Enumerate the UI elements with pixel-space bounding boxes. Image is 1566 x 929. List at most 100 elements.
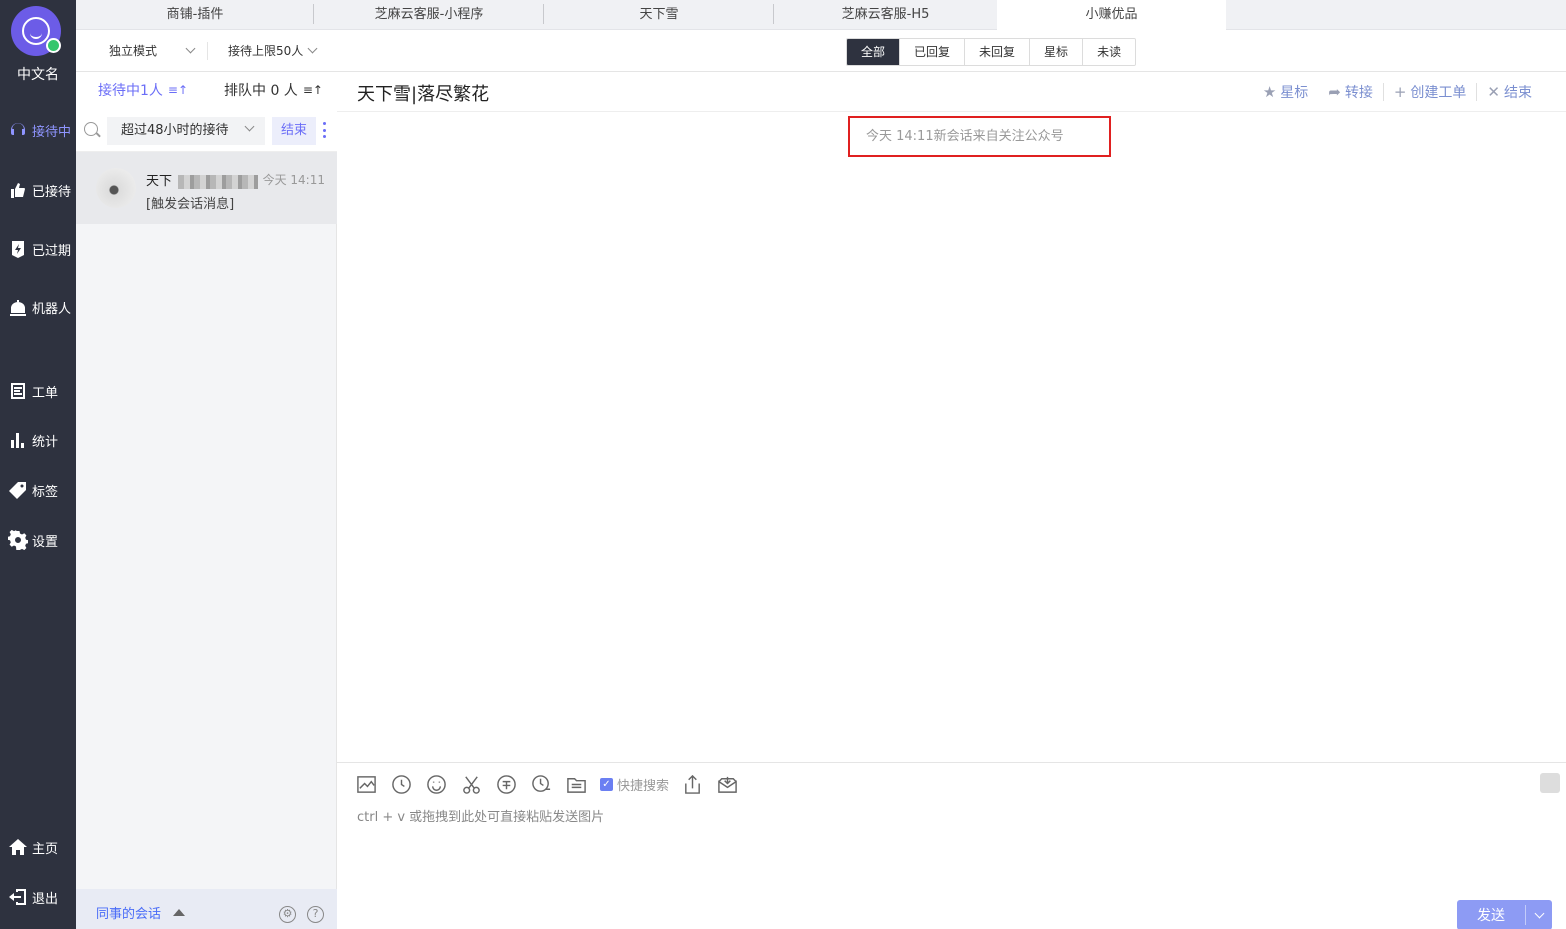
gear-icon bbox=[8, 530, 28, 550]
chat-actions: ★ 星标 ➦ 转接 + 创建工单 ✕ 结束 bbox=[1253, 82, 1542, 102]
folder-icon[interactable] bbox=[565, 773, 588, 796]
conversation-list-panel: 接待中1人 ≡↑ 排队中 0 人 ≡↑ 超过48小时的接待 结束 天下 今天 1… bbox=[76, 72, 337, 929]
filter-unread[interactable]: 未读 bbox=[1082, 39, 1136, 65]
nav-item-robot[interactable]: 机器人 bbox=[0, 293, 76, 321]
left-sidebar: 中文名 接待中 已接待 已过期 机器人 工单 统计 标签 设置 主页 退出 bbox=[0, 0, 76, 929]
help-icon[interactable]: ? bbox=[307, 906, 324, 923]
range-select[interactable]: 超过48小时的接待 bbox=[107, 117, 265, 145]
message-composer: ✓ 快捷搜索 ctrl + v 或拖拽到此处可直接粘贴发送图片 发送 bbox=[337, 762, 1566, 929]
online-status-dot bbox=[46, 38, 61, 53]
caret-up-icon bbox=[173, 909, 186, 916]
search-icon[interactable] bbox=[84, 122, 98, 136]
nav-item-stats[interactable]: 统计 bbox=[0, 426, 76, 454]
chevron-down-icon bbox=[307, 43, 318, 54]
nav-item-ticket[interactable]: 工单 bbox=[0, 377, 76, 405]
end-chat-button[interactable]: ✕ 结束 bbox=[1477, 82, 1542, 102]
nav-item-tags[interactable]: 标签 bbox=[0, 476, 76, 504]
system-message: 今天 14:11新会话来自关注公众号 bbox=[848, 116, 1111, 157]
clock-48-icon[interactable] bbox=[530, 773, 553, 796]
tab-label: 接待中1人 bbox=[98, 83, 163, 99]
action-label: 转接 bbox=[1344, 85, 1373, 101]
mode-label: 独立模式 bbox=[109, 44, 158, 58]
filter-starred[interactable]: 星标 bbox=[1029, 39, 1083, 65]
upload-icon[interactable] bbox=[681, 773, 704, 796]
chat-title: 天下雪|落尽繁花 bbox=[357, 84, 490, 105]
nav-label: 已过期 bbox=[32, 243, 72, 259]
search-row: 超过48小时的接待 结束 bbox=[76, 108, 337, 152]
chevron-down-icon bbox=[185, 43, 196, 54]
user-name: 中文名 bbox=[17, 67, 59, 83]
smile-icon bbox=[22, 17, 50, 45]
tab-label: 小赚优品 bbox=[1085, 7, 1138, 22]
emoji-icon[interactable] bbox=[425, 773, 448, 796]
close-icon: ✕ bbox=[1487, 83, 1500, 101]
expired-icon bbox=[8, 239, 28, 259]
filter-unreplied[interactable]: 未回复 bbox=[964, 39, 1030, 65]
star-button[interactable]: ★ 星标 bbox=[1253, 82, 1318, 102]
checkbox-checked-icon[interactable]: ✓ bbox=[600, 778, 613, 791]
app-tab[interactable]: 天下雪 bbox=[544, 0, 774, 30]
nav-item-receiving[interactable]: 接待中 bbox=[0, 116, 76, 144]
quick-search-toggle[interactable]: ✓ 快捷搜索 bbox=[600, 775, 669, 794]
nav-item-logout[interactable]: 退出 bbox=[0, 883, 76, 911]
logout-icon bbox=[8, 887, 28, 907]
colleague-label: 同事的会话 bbox=[96, 907, 162, 922]
conversation-name-text: 天下 bbox=[146, 174, 173, 189]
nav-label: 设置 bbox=[32, 534, 59, 550]
more-vertical-icon[interactable] bbox=[323, 122, 327, 138]
sort-icon[interactable]: ≡↑ bbox=[303, 83, 323, 97]
limit-select[interactable]: 接待上限50人 bbox=[228, 42, 318, 59]
avatar bbox=[96, 168, 136, 208]
app-tab-bar: 商铺-插件 芝麻云客服-小程序 天下雪 芝麻云客服-H5 小赚优品 bbox=[76, 0, 1566, 30]
nav-item-received[interactable]: 已接待 bbox=[0, 176, 76, 204]
composer-toolbar: ✓ 快捷搜索 bbox=[355, 773, 739, 796]
limit-label: 接待上限50人 bbox=[228, 44, 304, 58]
chat-header: 天下雪|落尽繁花 ★ 星标 ➦ 转接 + 创建工单 ✕ 结束 bbox=[337, 72, 1566, 112]
clock-icon[interactable] bbox=[390, 773, 413, 796]
app-tab[interactable]: 芝麻云客服-H5 bbox=[774, 0, 997, 30]
tab-queue[interactable]: 排队中 0 人 ≡↑ bbox=[224, 80, 323, 100]
send-button[interactable]: 发送 bbox=[1457, 900, 1552, 929]
nav-item-home[interactable]: 主页 bbox=[0, 833, 76, 861]
filter-replied[interactable]: 已回复 bbox=[899, 39, 965, 65]
filter-all[interactable]: 全部 bbox=[847, 39, 900, 65]
tag-icon bbox=[8, 480, 28, 500]
sort-icon[interactable]: ≡↑ bbox=[168, 83, 188, 97]
list-tabs: 接待中1人 ≡↑ 排队中 0 人 ≡↑ bbox=[76, 72, 337, 110]
chart-icon bbox=[8, 430, 28, 450]
create-ticket-button[interactable]: + 创建工单 bbox=[1384, 82, 1477, 102]
headset-icon bbox=[8, 120, 28, 140]
nav-item-settings[interactable]: 设置 bbox=[0, 526, 76, 554]
end-button[interactable]: 结束 bbox=[272, 117, 316, 145]
action-label: 创建工单 bbox=[1410, 85, 1467, 101]
message-filter-group: 全部 已回复 未回复 星标 未读 bbox=[846, 38, 1137, 66]
mail-icon[interactable] bbox=[716, 773, 739, 796]
nav-label: 机器人 bbox=[32, 301, 72, 317]
scissors-icon[interactable] bbox=[460, 773, 483, 796]
colleague-conversations-toggle[interactable]: 同事的会话 bbox=[96, 903, 186, 922]
conversation-name: 天下 bbox=[146, 170, 259, 189]
composer-input[interactable]: ctrl + v 或拖拽到此处可直接粘贴发送图片 bbox=[357, 806, 604, 825]
divider bbox=[207, 42, 208, 60]
transfer-icon: ➦ bbox=[1328, 83, 1341, 101]
chevron-down-icon bbox=[1534, 908, 1544, 918]
settings-icon[interactable]: ⚙ bbox=[279, 906, 296, 923]
nav-item-expired[interactable]: 已过期 bbox=[0, 235, 76, 263]
send-options-dropdown[interactable] bbox=[1526, 908, 1552, 918]
conversation-last-message: [触发会话消息] bbox=[146, 197, 235, 212]
nav-label: 已接待 bbox=[32, 184, 72, 200]
tab-receiving[interactable]: 接待中1人 ≡↑ bbox=[98, 80, 189, 110]
expand-icon[interactable] bbox=[1540, 773, 1560, 793]
invite-icon[interactable] bbox=[495, 773, 518, 796]
app-tab-active[interactable]: 小赚优品 bbox=[997, 0, 1226, 30]
tab-label: 商铺-插件 bbox=[166, 7, 224, 22]
tab-label: 芝麻云客服-H5 bbox=[841, 7, 930, 22]
transfer-button[interactable]: ➦ 转接 bbox=[1318, 82, 1383, 102]
conversation-item[interactable]: 天下 今天 14:11 [触发会话消息] bbox=[76, 152, 337, 224]
app-tab[interactable]: 商铺-插件 bbox=[76, 0, 314, 30]
image-icon[interactable] bbox=[355, 773, 378, 796]
app-tab[interactable]: 芝麻云客服-小程序 bbox=[314, 0, 544, 30]
robot-icon bbox=[8, 297, 28, 317]
nav-label: 统计 bbox=[32, 434, 59, 450]
mode-select[interactable]: 独立模式 bbox=[109, 42, 196, 59]
